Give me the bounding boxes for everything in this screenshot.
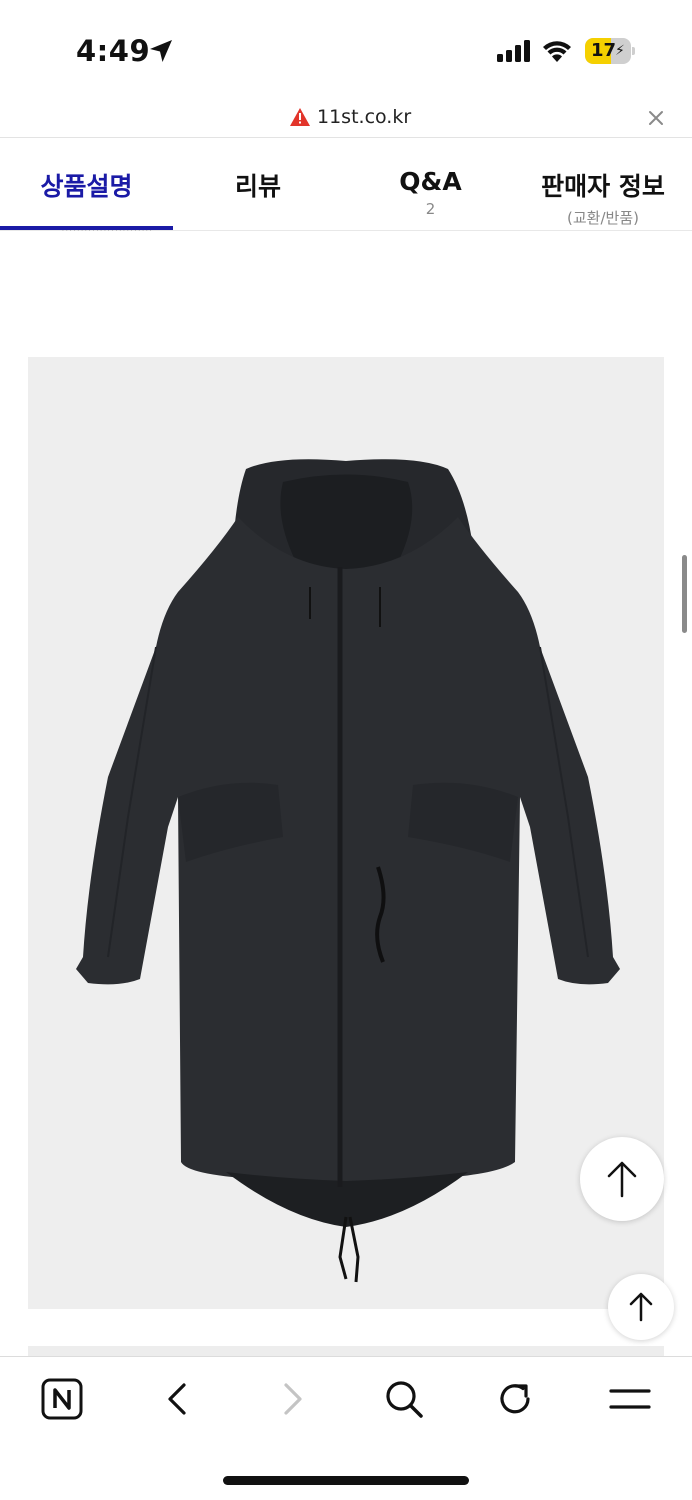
product-image bbox=[28, 357, 664, 1309]
cellular-signal-icon bbox=[497, 40, 530, 62]
tab-seller-sub: (교환/반품) bbox=[567, 209, 639, 227]
menu-icon bbox=[609, 1389, 651, 1409]
jacket-image bbox=[76, 459, 620, 1283]
battery-level: 17 bbox=[591, 40, 617, 61]
charging-bolt-icon: ⚡ bbox=[615, 43, 625, 59]
tab-product-description[interactable]: 상품설명 bbox=[0, 139, 173, 231]
warning-icon bbox=[290, 108, 310, 126]
url-bar[interactable]: 11st.co.kr bbox=[0, 100, 692, 138]
search-icon bbox=[386, 1381, 423, 1418]
battery-icon: 17 ⚡ bbox=[585, 38, 635, 64]
scroll-to-top-button-small[interactable] bbox=[608, 1274, 674, 1340]
tab-label: 상품설명 bbox=[40, 172, 133, 201]
tab-qna[interactable]: Q&A 2 bbox=[343, 139, 518, 231]
arrow-up-icon bbox=[629, 1292, 653, 1322]
menu-button[interactable] bbox=[606, 1377, 654, 1425]
home-indicator[interactable] bbox=[223, 1476, 469, 1485]
fine-print: · · · · · · · · · · · · · · · · · · · · … bbox=[62, 228, 152, 235]
product-detail-tabs: 상품설명 리뷰 Q&A 2 판매자 정보 (교환/반품) bbox=[0, 139, 692, 231]
image-divider bbox=[28, 1346, 664, 1356]
tab-label: 판매자 정보 bbox=[541, 172, 665, 201]
status-bar: 4:49 17 ⚡ bbox=[0, 0, 692, 100]
tab-reviews[interactable]: 리뷰 bbox=[173, 139, 343, 231]
naver-home-button[interactable] bbox=[40, 1377, 88, 1425]
tab-qna-count: 2 bbox=[425, 200, 436, 218]
reload-button[interactable] bbox=[494, 1377, 542, 1425]
scroll-to-top-button[interactable] bbox=[580, 1137, 664, 1221]
close-icon[interactable] bbox=[646, 108, 666, 128]
back-button[interactable] bbox=[158, 1377, 206, 1425]
scrollbar[interactable] bbox=[682, 555, 687, 633]
tab-seller-info[interactable]: 판매자 정보 (교환/반품) bbox=[518, 139, 688, 231]
forward-button[interactable] bbox=[272, 1377, 320, 1425]
wifi-icon bbox=[543, 41, 571, 62]
tab-label: Q&A bbox=[399, 167, 462, 196]
arrow-up-icon bbox=[607, 1161, 637, 1198]
naver-n-icon bbox=[41, 1378, 83, 1420]
back-icon bbox=[168, 1383, 186, 1415]
url-domain[interactable]: 11st.co.kr bbox=[317, 106, 411, 128]
location-arrow-icon bbox=[150, 40, 172, 62]
reload-icon bbox=[500, 1384, 530, 1414]
tab-label: 리뷰 bbox=[234, 172, 281, 201]
status-time: 4:49 bbox=[76, 34, 151, 68]
forward-icon bbox=[284, 1383, 302, 1415]
search-button[interactable] bbox=[382, 1377, 430, 1425]
